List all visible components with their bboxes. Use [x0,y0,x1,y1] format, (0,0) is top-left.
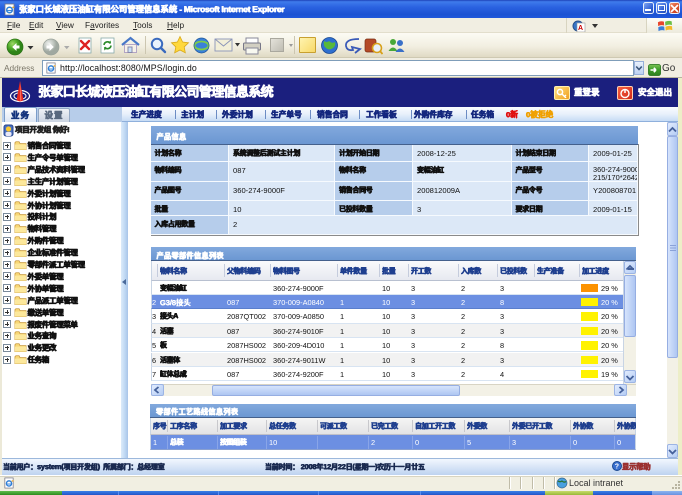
svg-text:?: ? [615,464,619,471]
svg-text:A: A [578,25,583,32]
